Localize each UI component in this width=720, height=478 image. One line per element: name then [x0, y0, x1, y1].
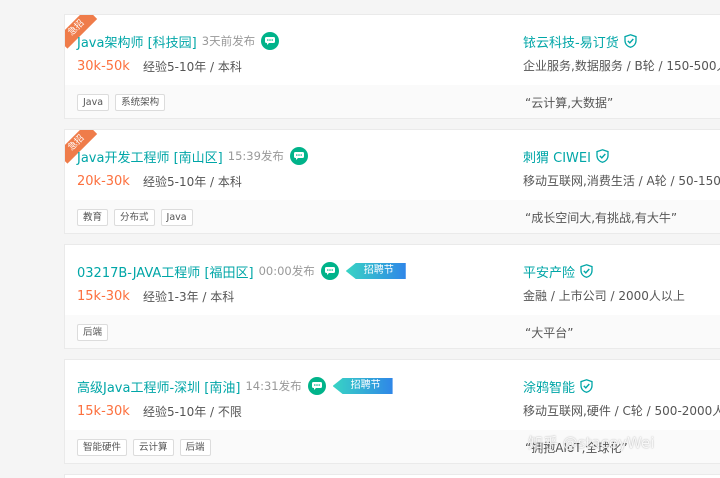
- chat-bubble-icon[interactable]: [320, 262, 339, 280]
- skill-tag[interactable]: 后端: [77, 324, 109, 341]
- job-fair-badge: 招聘节: [332, 378, 393, 394]
- chat-bubble-icon[interactable]: [261, 32, 280, 50]
- requirement: 经验5-10年 / 本科: [143, 59, 242, 74]
- job-title-link[interactable]: 高级Java工程师-深圳 [南油]: [77, 377, 240, 396]
- skill-tag[interactable]: 教育: [77, 209, 109, 226]
- company-industry: 移动互联网,硬件 / C轮 / 500-2000人: [523, 404, 720, 418]
- company-name-link[interactable]: 铱云科技-易订货: [523, 32, 619, 51]
- skill-tag[interactable]: Java: [77, 94, 110, 111]
- company-name-link[interactable]: 平安产险: [523, 262, 575, 281]
- job-title-link[interactable]: Java架构师 [科技园]: [77, 32, 197, 51]
- company-name-link[interactable]: 涂鸦智能: [523, 377, 575, 396]
- skill-tag[interactable]: Java: [160, 209, 193, 226]
- company-industry: 移动互联网,消费生活 / A轮 / 50-150人: [523, 174, 720, 188]
- salary: 15k-30k: [77, 288, 130, 304]
- job-fair-badge: 招聘节: [345, 263, 406, 279]
- requirement: 经验5-10年 / 不限: [143, 404, 242, 419]
- salary: 30k-50k: [77, 58, 130, 74]
- job-title-link[interactable]: Java开发工程师 [南山区]: [77, 147, 223, 166]
- tag-list: 智能硬件 云计算 后端: [77, 439, 211, 456]
- tag-list: Java 系统架构: [77, 94, 166, 111]
- publish-time: 3天前发布: [201, 34, 256, 48]
- job-card[interactable]: [64, 474, 720, 478]
- company-industry: 企业服务,数据服务 / B轮 / 150-500人: [523, 59, 720, 73]
- job-title-link[interactable]: 03217B-JAVA工程师 [福田区]: [77, 262, 254, 281]
- job-card[interactable]: 急招 Java架构师 [科技园] 3天前发布 30k-50k 经验5-10年 /…: [64, 14, 720, 119]
- salary: 20k-30k: [77, 173, 130, 189]
- publish-time: 14:31发布: [245, 379, 302, 393]
- chat-bubble-icon[interactable]: [289, 147, 308, 165]
- company-slogan: “大平台”: [525, 326, 574, 340]
- requirement: 经验1-3年 / 本科: [143, 289, 235, 304]
- company-industry: 金融 / 上市公司 / 2000人以上: [523, 289, 685, 303]
- tag-list: 教育 分布式 Java: [77, 209, 193, 226]
- skill-tag[interactable]: 分布式: [114, 209, 155, 226]
- chat-bubble-icon[interactable]: [307, 377, 326, 395]
- verified-shield-icon: [580, 379, 593, 393]
- publish-time: 15:39发布: [227, 149, 284, 163]
- tag-list: 后端: [77, 324, 109, 341]
- salary: 15k-30k: [77, 403, 130, 419]
- verified-shield-icon: [624, 34, 637, 48]
- skill-tag[interactable]: 云计算: [133, 439, 174, 456]
- verified-shield-icon: [580, 264, 593, 278]
- publish-time: 00:00发布: [258, 264, 315, 278]
- watermark-text: 知乎 @staceyWei: [528, 434, 655, 452]
- company-name-link[interactable]: 刺猬 CIWEI: [523, 147, 591, 166]
- job-card[interactable]: 03217B-JAVA工程师 [福田区] 00:00发布 招聘节 15k-30k…: [64, 244, 720, 349]
- verified-shield-icon: [596, 149, 609, 163]
- company-slogan: “成长空间大,有挑战,有大牛”: [525, 211, 678, 225]
- skill-tag[interactable]: 智能硬件: [77, 439, 128, 456]
- company-slogan: “云计算,大数据”: [525, 96, 614, 110]
- job-card[interactable]: 急招 Java开发工程师 [南山区] 15:39发布 20k-30k 经验5-1…: [64, 129, 720, 234]
- skill-tag[interactable]: 后端: [179, 439, 211, 456]
- requirement: 经验5-10年 / 本科: [143, 174, 242, 189]
- skill-tag[interactable]: 系统架构: [115, 94, 166, 111]
